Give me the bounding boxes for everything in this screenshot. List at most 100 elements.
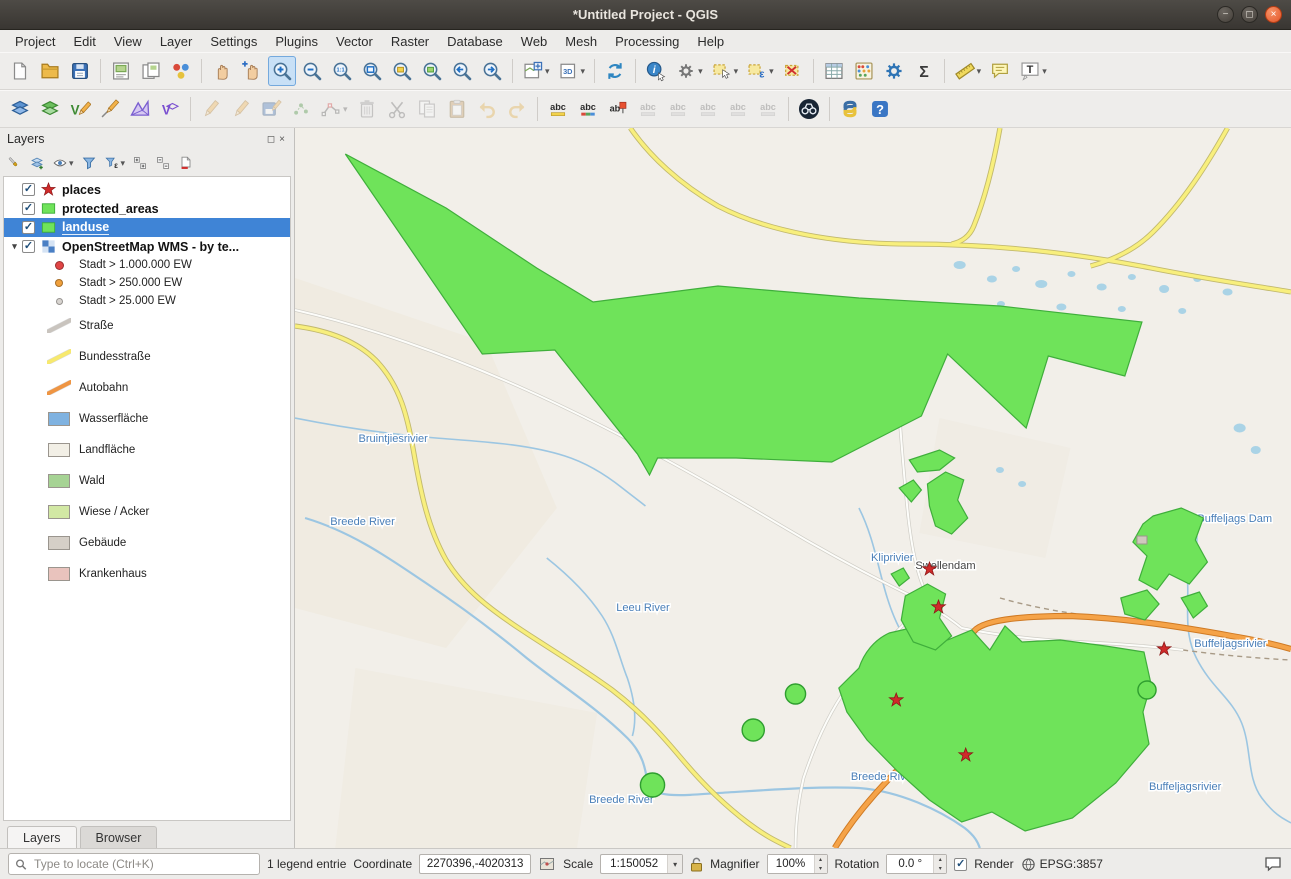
text-annotation-button[interactable]: T▾: [1016, 56, 1050, 86]
processing-toolbox-button[interactable]: [880, 56, 908, 86]
select-features-button[interactable]: ▾: [708, 56, 742, 86]
panel-tab-browser[interactable]: Browser: [80, 826, 158, 848]
zoom-to-selection-button[interactable]: [388, 56, 416, 86]
measure-line-button[interactable]: ▾: [951, 56, 985, 86]
spin-up-icon[interactable]: ▴: [815, 855, 827, 864]
zoom-full-button[interactable]: [358, 56, 386, 86]
pan-map-button[interactable]: [208, 56, 236, 86]
rotation-input[interactable]: [887, 855, 933, 873]
zoom-to-layer-button[interactable]: [418, 56, 446, 86]
messages-button[interactable]: [1263, 855, 1283, 873]
menu-mesh[interactable]: Mesh: [556, 32, 606, 51]
remove-layer-button[interactable]: [176, 153, 196, 173]
menu-project[interactable]: Project: [6, 32, 64, 51]
lock-scale-icon[interactable]: [690, 857, 703, 872]
spin-up-icon[interactable]: ▴: [934, 855, 946, 864]
spin-down-icon[interactable]: ▾: [815, 864, 827, 873]
manage-map-themes-button[interactable]: ▾: [50, 153, 76, 173]
map-tips-button[interactable]: [986, 56, 1014, 86]
coordinate-input[interactable]: [419, 854, 531, 874]
panel-tab-layers[interactable]: Layers: [7, 826, 77, 848]
pin-unpin-labels-button[interactable]: ab: [604, 94, 632, 124]
open-attribute-table-button[interactable]: [820, 56, 848, 86]
layer-item-places[interactable]: ✓places: [4, 180, 290, 199]
layer-visibility-checkbox[interactable]: ✓: [22, 221, 35, 234]
render-checkbox[interactable]: ✓: [954, 858, 967, 871]
zoom-next-button[interactable]: [478, 56, 506, 86]
layer-item-landuse[interactable]: ✓landuse: [4, 218, 290, 237]
deselect-features-button[interactable]: [779, 56, 807, 86]
new-virtual-layer-button[interactable]: V: [156, 94, 184, 124]
menu-view[interactable]: View: [105, 32, 151, 51]
add-group-button[interactable]: [27, 153, 47, 173]
window-minimize-button[interactable]: −: [1217, 6, 1234, 23]
pan-to-selection-button[interactable]: [238, 56, 266, 86]
new-3d-map-view-button[interactable]: 3D▾: [555, 56, 589, 86]
filter-legend-by-expression-button[interactable]: ε▾: [102, 153, 128, 173]
layer-diagram-options-button[interactable]: abc: [574, 94, 602, 124]
zoom-native-button[interactable]: 1:1: [328, 56, 356, 86]
titlebar[interactable]: *Untitled Project - QGIS −◻×: [0, 0, 1291, 30]
layer-labeling-options-button[interactable]: abc: [544, 94, 572, 124]
coordinate-extents-toggle-button[interactable]: [538, 856, 556, 872]
menu-settings[interactable]: Settings: [201, 32, 266, 51]
magnifier-spin-arrows[interactable]: ▴▾: [814, 855, 827, 873]
save-project-button[interactable]: [66, 56, 94, 86]
expander-icon[interactable]: ▾: [7, 241, 22, 252]
scale-combo[interactable]: ▾: [600, 854, 683, 874]
menu-database[interactable]: Database: [438, 32, 512, 51]
menu-layer[interactable]: Layer: [151, 32, 202, 51]
new-print-layout-button[interactable]: [107, 56, 135, 86]
open-layer-styling-panel-button[interactable]: [4, 153, 24, 173]
identify-features-button[interactable]: i: [642, 56, 670, 86]
spin-down-icon[interactable]: ▾: [934, 864, 946, 873]
open-data-source-manager-button[interactable]: [6, 94, 34, 124]
help-contents-button[interactable]: ?: [866, 94, 894, 124]
zoom-out-button[interactable]: [298, 56, 326, 86]
map-canvas[interactable]: BruintjiesrivierBreede RiverKliprivierLe…: [295, 128, 1291, 848]
new-spatialite-layer-button[interactable]: [96, 94, 124, 124]
open-project-button[interactable]: [36, 56, 64, 86]
select-by-expression-button[interactable]: ε▾: [743, 56, 777, 86]
menu-web[interactable]: Web: [512, 32, 557, 51]
locate-box[interactable]: [8, 853, 260, 875]
scale-dropdown-icon[interactable]: ▾: [667, 855, 682, 873]
refresh-map-button[interactable]: [601, 56, 629, 86]
magnifier-input[interactable]: [768, 855, 814, 873]
float-panel-icon[interactable]: ◻: [265, 134, 277, 145]
layer-visibility-checkbox[interactable]: ✓: [22, 240, 35, 253]
new-shapefile-layer-button[interactable]: V: [66, 94, 94, 124]
statistical-summary-button[interactable]: Σ: [910, 56, 938, 86]
menu-vector[interactable]: Vector: [327, 32, 382, 51]
expand-all-button[interactable]: [130, 153, 150, 173]
menu-help[interactable]: Help: [688, 32, 733, 51]
locate-input[interactable]: [32, 856, 253, 872]
layer-visibility-checkbox[interactable]: ✓: [22, 202, 35, 215]
new-project-button[interactable]: [6, 56, 34, 86]
run-feature-action-button[interactable]: ▾: [672, 56, 706, 86]
new-mesh-layer-button[interactable]: [126, 94, 154, 124]
crs-status[interactable]: EPSG:3857: [1021, 857, 1103, 872]
zoom-last-button[interactable]: [448, 56, 476, 86]
layer-visibility-checkbox[interactable]: ✓: [22, 183, 35, 196]
zoom-in-button[interactable]: [268, 56, 296, 86]
scale-input[interactable]: [601, 857, 667, 871]
layer-item-protected-areas[interactable]: ✓protected_areas: [4, 199, 290, 218]
show-layout-manager-button[interactable]: [137, 56, 165, 86]
menu-edit[interactable]: Edit: [64, 32, 104, 51]
close-panel-icon[interactable]: ×: [277, 134, 287, 145]
collapse-all-button[interactable]: [153, 153, 173, 173]
rotation-spinbox[interactable]: ▴▾: [886, 854, 947, 874]
style-manager-button[interactable]: [167, 56, 195, 86]
open-field-calculator-button[interactable]: [850, 56, 878, 86]
filter-legend-button[interactable]: [79, 153, 99, 173]
menu-raster[interactable]: Raster: [382, 32, 438, 51]
new-geopackage-layer-button[interactable]: [36, 94, 64, 124]
magnifier-spinbox[interactable]: ▴▾: [767, 854, 828, 874]
menu-processing[interactable]: Processing: [606, 32, 688, 51]
window-close-button[interactable]: ×: [1265, 6, 1282, 23]
layer-item-openstreetmap-wms-by-te[interactable]: ▾✓OpenStreetMap WMS - by te...: [4, 237, 290, 256]
osm-place-search-button[interactable]: [795, 94, 823, 124]
new-map-view-button[interactable]: ▾: [519, 56, 553, 86]
menu-plugins[interactable]: Plugins: [266, 32, 327, 51]
